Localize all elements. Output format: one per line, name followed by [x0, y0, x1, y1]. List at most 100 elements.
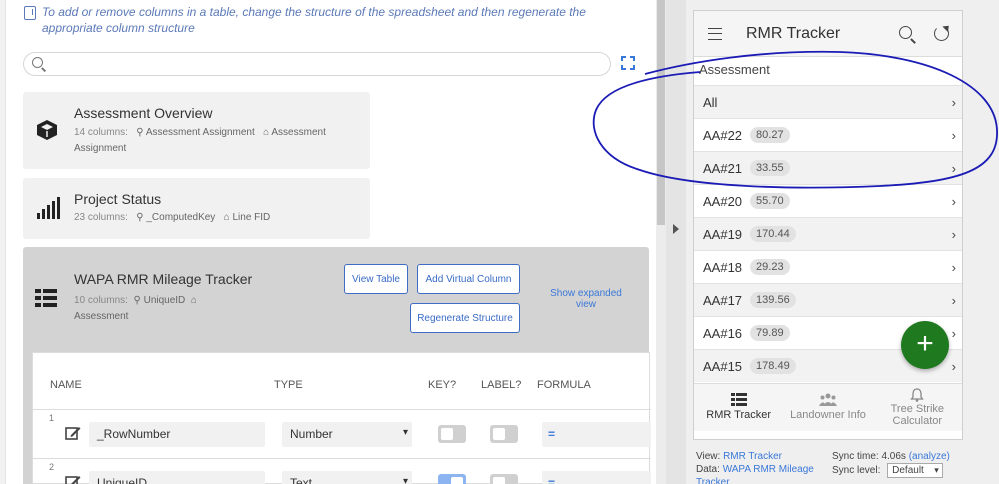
search-icon[interactable] — [899, 26, 912, 39]
list-item[interactable]: AA#20 55.70 › — [694, 184, 962, 217]
key-icon: ⚲ — [136, 212, 144, 223]
view-table-button[interactable]: View Table — [344, 264, 408, 294]
fullscreen-icon[interactable] — [621, 56, 635, 70]
row-number: 1 — [49, 413, 55, 423]
bottom-nav: RMR Tracker Landowner Info Tree Strike C… — [694, 383, 962, 431]
list-item[interactable]: AA#18 29.23 › — [694, 250, 962, 283]
app-title: RMR Tracker — [746, 25, 841, 42]
column-structure-grid: NAME TYPE KEY? LABEL? FORMULA 1 _RowNumb… — [32, 352, 651, 484]
chevron-right-icon: › — [951, 326, 956, 341]
count-badge: 178.49 — [750, 358, 796, 374]
chevron-right-icon: › — [951, 128, 956, 143]
count-badge: 55.70 — [750, 193, 790, 209]
search-icon — [32, 57, 43, 68]
column-header-name: NAME — [50, 379, 82, 391]
nav-label: Tree Strike Calculator — [890, 403, 945, 427]
key-icon: ⚲ — [136, 127, 144, 138]
list-item[interactable]: AA#17 139.56 › — [694, 283, 962, 316]
formula-field[interactable]: = — [542, 422, 651, 447]
cube-icon — [37, 120, 57, 140]
chevron-right-icon: › — [951, 161, 956, 176]
analyze-link[interactable]: (analyze) — [909, 451, 950, 462]
info-text: To add or remove columns in a table, cha… — [42, 5, 586, 35]
count-badge: 33.55 — [750, 160, 790, 176]
key-toggle[interactable] — [438, 425, 466, 443]
formula-icon: = — [548, 476, 556, 484]
nav-landowner-info[interactable]: Landowner Info — [783, 384, 872, 431]
chevron-right-icon: › — [951, 95, 956, 110]
count-badge: 139.56 — [750, 292, 796, 308]
info-banner: To add or remove columns in a table, cha… — [24, 4, 624, 36]
footer-sync-info: Sync time: 4.06s (analyze) Sync level: D… — [832, 451, 950, 478]
chevron-right-icon: › — [951, 260, 956, 275]
column-type-select[interactable]: Number — [282, 422, 412, 447]
label-toggle[interactable] — [490, 425, 518, 443]
nav-rmr-tracker[interactable]: RMR Tracker — [694, 384, 783, 431]
sync-level-select[interactable]: Default ▾ — [887, 463, 943, 478]
key-toggle[interactable] — [438, 474, 466, 484]
grid-divider — [33, 409, 651, 410]
view-link[interactable]: RMR Tracker — [723, 451, 782, 462]
count-badge: 170.44 — [750, 226, 796, 242]
count-badge: 29.23 — [750, 259, 790, 275]
table-card-assessment-overview[interactable]: Assessment Overview 14 columns: ⚲ Assess… — [23, 92, 370, 169]
app-bar: RMR Tracker — [694, 11, 962, 57]
panel-divider[interactable] — [666, 0, 686, 484]
table-card-label: Assessment — [74, 311, 129, 322]
chevron-right-icon: › — [951, 194, 956, 209]
column-type-select[interactable]: Text — [282, 471, 412, 484]
table-structure-editor: To add or remove columns in a table, cha… — [6, 0, 656, 484]
tag-icon: ⌂ — [263, 127, 270, 138]
chevron-down-icon: ▾ — [934, 465, 939, 475]
table-card-meta: 23 columns: ⚲ _ComputedKey ⌂ Line FID — [74, 212, 271, 223]
key-icon: ⚲ — [133, 295, 141, 306]
column-name-field[interactable]: UniqueID — [89, 471, 265, 484]
table-card-key: _ComputedKey — [146, 212, 216, 223]
chevron-right-icon: › — [951, 359, 956, 374]
column-header-key: KEY? — [428, 379, 457, 391]
list-item[interactable]: AA#22 80.27 › — [694, 118, 962, 151]
nav-tree-strike-calculator[interactable]: Tree Strike Calculator — [873, 384, 962, 431]
tag-icon: ⌂ — [223, 212, 230, 223]
edit-icon[interactable] — [65, 425, 81, 441]
table-card-meta: 10 columns: ⚲ UniqueID ⌂ Assessment — [74, 295, 197, 322]
show-expanded-view-link[interactable]: Show expanded view — [547, 288, 625, 310]
list-item[interactable]: AA#19 170.44 › — [694, 217, 962, 250]
group-header: Assessment — [699, 62, 770, 77]
formula-icon: = — [548, 427, 556, 441]
table-card-meta: 14 columns: ⚲ Assessment Assignment ⌂ As… — [74, 127, 326, 154]
app-preview-device: RMR Tracker Assessment All › AA#22 80.27 … — [693, 10, 963, 440]
row-number: 2 — [49, 462, 55, 472]
table-card-title: Project Status — [74, 191, 162, 207]
list-item[interactable]: All › — [694, 85, 962, 118]
column-name-field[interactable]: _RowNumber — [89, 422, 265, 447]
signal-bars-icon — [37, 197, 60, 219]
nav-label: RMR Tracker — [706, 409, 772, 421]
grid-divider — [33, 458, 651, 459]
people-icon — [818, 393, 837, 406]
search-input[interactable] — [23, 52, 611, 76]
list-item[interactable]: AA#21 33.55 › — [694, 151, 962, 184]
refresh-icon[interactable] — [934, 26, 949, 41]
table-card-title: WAPA RMR Mileage Tracker — [74, 271, 253, 287]
count-badge: 79.89 — [750, 325, 790, 341]
formula-field[interactable]: = — [542, 471, 651, 484]
table-card-project-status[interactable]: Project Status 23 columns: ⚲ _ComputedKe… — [23, 178, 370, 239]
regenerate-structure-button[interactable]: Regenerate Structure — [410, 303, 520, 333]
table-card-title: Assessment Overview — [74, 105, 213, 121]
table-card-label: Line FID — [232, 212, 271, 223]
chevron-right-icon: › — [951, 227, 956, 242]
column-header-type: TYPE — [274, 379, 303, 391]
add-virtual-column-button[interactable]: Add Virtual Column — [417, 264, 520, 294]
menu-icon[interactable] — [708, 28, 722, 40]
table-card-key: Assessment Assignment — [145, 127, 255, 138]
collapse-arrow-icon[interactable] — [673, 224, 679, 234]
table-grid-icon — [35, 289, 57, 307]
tag-icon: ⌂ — [190, 295, 197, 306]
nav-label: Landowner Info — [790, 409, 866, 421]
add-fab-button[interactable]: + — [901, 321, 949, 369]
edit-icon[interactable] — [65, 474, 81, 484]
table-card-key: UniqueID — [143, 295, 186, 306]
editor-scrollbar-thumb[interactable] — [657, 0, 665, 225]
label-toggle[interactable] — [490, 474, 518, 484]
